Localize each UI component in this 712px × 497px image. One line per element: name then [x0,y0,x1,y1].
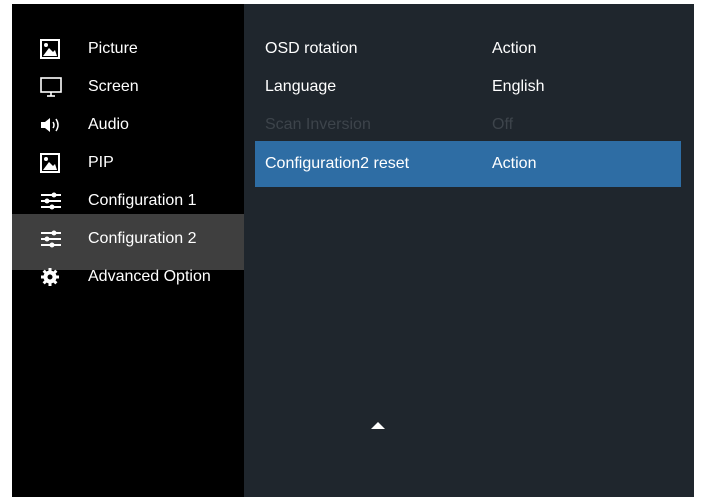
monitor-icon [40,77,62,97]
sidebar-item-picture[interactable]: Picture [12,30,244,68]
picture-icon [40,153,60,173]
sidebar-item-label: Picture [88,40,138,57]
sidebar-item-label: Advanced Option [88,268,211,285]
speaker-icon [40,115,60,135]
sliders-icon [40,229,61,249]
sidebar-item-audio[interactable]: Audio [12,106,244,144]
sidebar-item-label: Screen [88,78,139,95]
scroll-up-arrow-icon[interactable] [371,422,385,429]
sidebar-item-screen[interactable]: Screen [12,68,244,106]
sidebar-item-label: Configuration 2 [88,230,197,247]
sidebar-item-label: PIP [88,154,114,171]
sidebar-item-advanced-option[interactable]: Advanced Option [12,258,244,296]
osd-menu: Picture Screen Audio PIP Configuration 1… [12,4,694,497]
setting-value: Action [492,155,537,172]
settings-panel: OSD rotation Action Language English Sca… [244,4,694,497]
setting-name: Configuration2 reset [265,155,410,172]
sidebar: Picture Screen Audio PIP Configuration 1… [12,4,244,497]
sidebar-item-label: Audio [88,116,129,133]
sliders-icon [40,191,61,211]
sidebar-item-pip[interactable]: PIP [12,144,244,182]
setting-row-configuration2-reset[interactable]: Configuration2 reset Action [255,141,681,187]
picture-icon [40,39,60,59]
gear-icon [40,267,60,287]
